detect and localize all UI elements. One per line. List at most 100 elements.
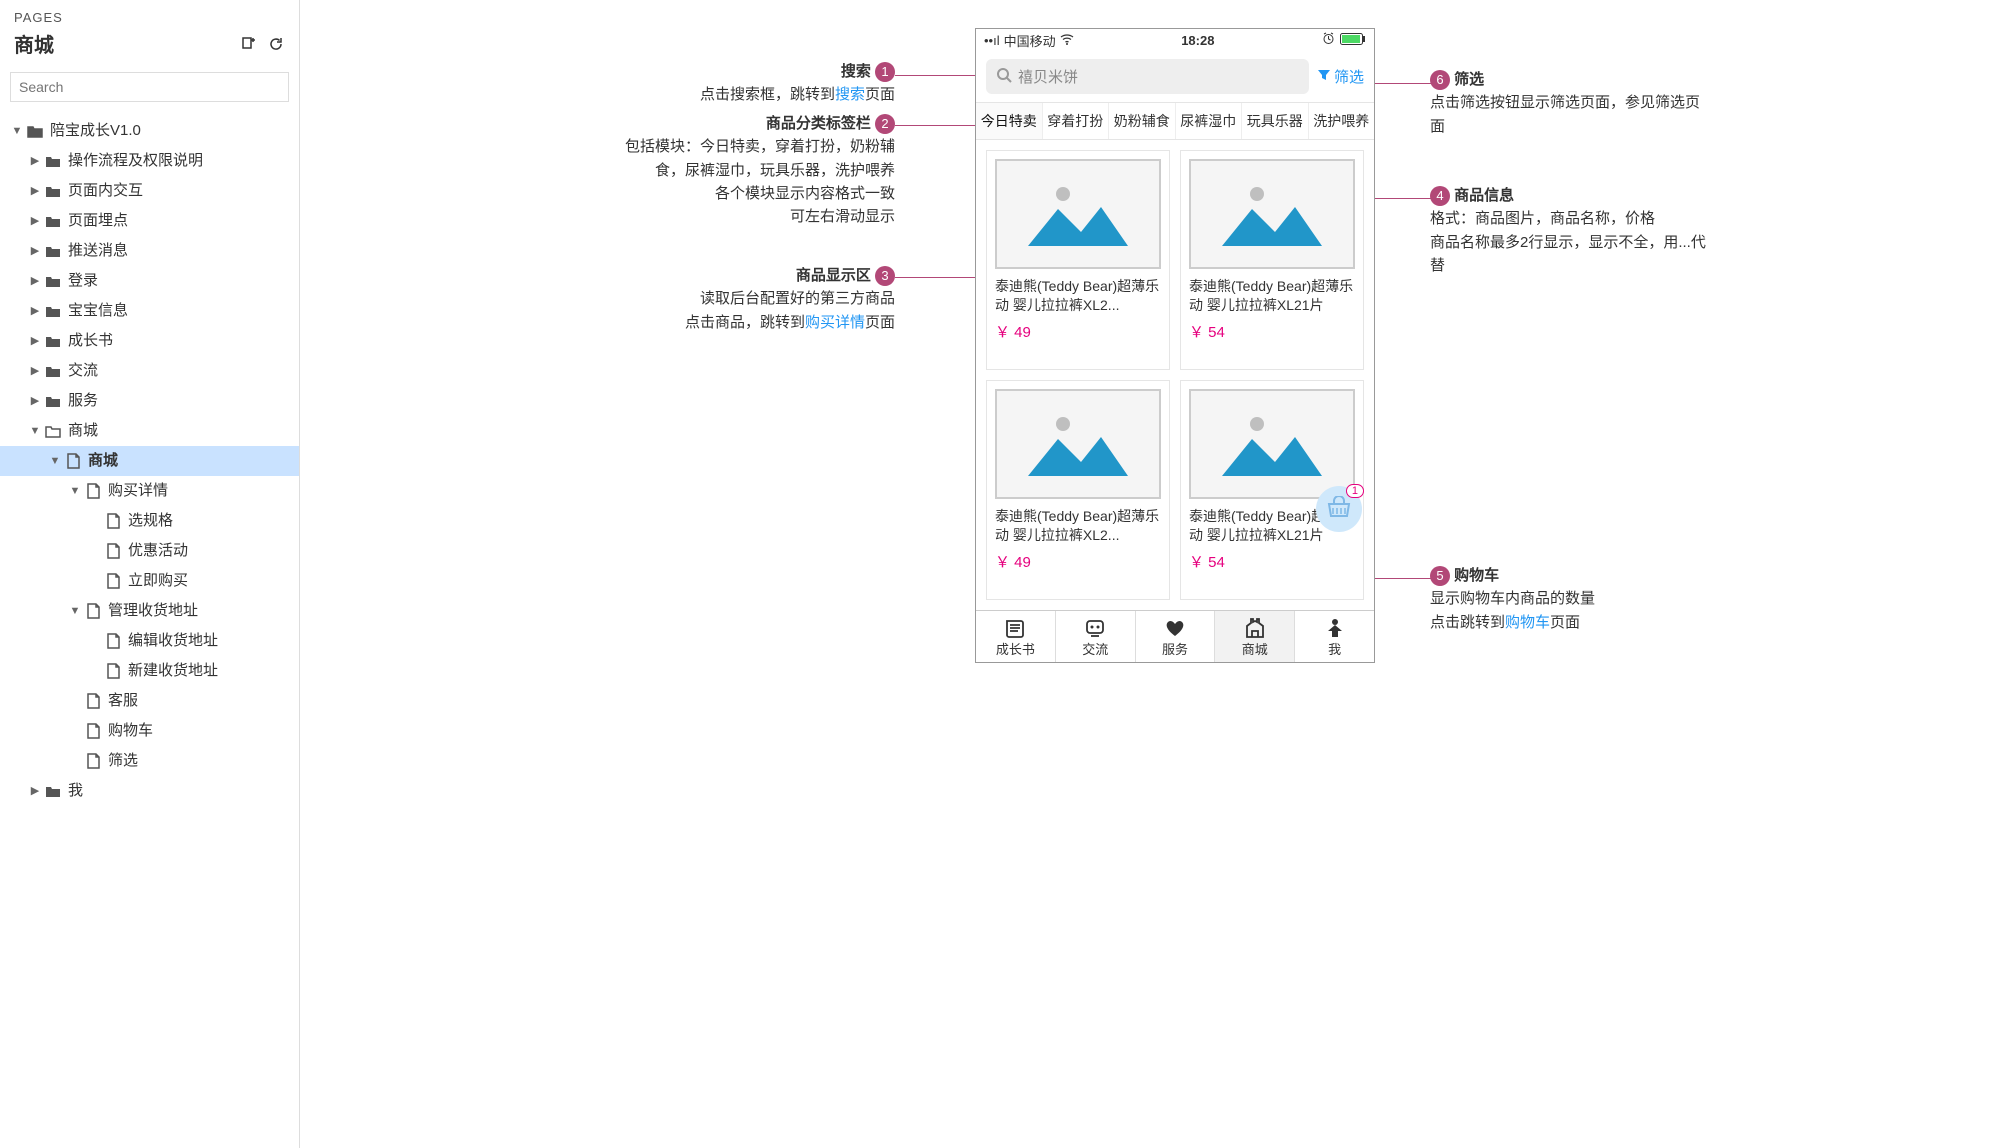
link-search[interactable]: 搜索 xyxy=(835,86,865,103)
tree-item[interactable]: ▼购买详情 xyxy=(0,476,299,506)
badge-icon: 6 xyxy=(1430,70,1450,90)
category-tab[interactable]: 玩具乐器 xyxy=(1242,103,1309,139)
tree-item[interactable]: ▶服务 xyxy=(0,386,299,416)
tab-bar-item[interactable]: 服务 xyxy=(1136,611,1216,662)
page-icon xyxy=(104,663,122,679)
page-icon xyxy=(84,603,102,619)
clock-label: 18:28 xyxy=(1181,33,1214,48)
tree-item[interactable]: 新建收货地址 xyxy=(0,656,299,686)
page-icon xyxy=(104,543,122,559)
folder-icon xyxy=(44,184,62,198)
page-icon xyxy=(84,693,102,709)
export-icon[interactable] xyxy=(239,35,257,53)
tree-item[interactable]: 客服 xyxy=(0,686,299,716)
tree-root[interactable]: ▼陪宝成长V1.0 xyxy=(0,116,299,146)
product-name: 泰迪熊(Teddy Bear)超薄乐动 婴儿拉拉裤XL2... xyxy=(995,507,1161,545)
badge-icon: 2 xyxy=(875,114,895,134)
folder-icon xyxy=(44,244,62,258)
badge-icon: 1 xyxy=(875,62,895,82)
cart-badge: 1 xyxy=(1346,484,1364,498)
category-tab[interactable]: 今日特卖 xyxy=(976,103,1043,139)
tree-item-mall-page[interactable]: ▼商城 xyxy=(0,446,299,476)
badge-icon: 4 xyxy=(1430,186,1450,206)
annotation-3: 商品显示区 3 读取后台配置好的第三方商品 点击商品，跳转到购买详情页面 xyxy=(620,264,895,334)
annotation-6: 6 筛选 点击筛选按钮显示筛选页面，参见筛选页面 xyxy=(1430,68,1700,138)
tree-item[interactable]: ▶登录 xyxy=(0,266,299,296)
category-tabs: 今日特卖穿着打扮奶粉辅食尿裤湿巾玩具乐器洗护喂养 xyxy=(976,102,1374,140)
folder-open-icon xyxy=(44,424,62,438)
tree-item[interactable]: ▶成长书 xyxy=(0,326,299,356)
page-icon xyxy=(84,753,102,769)
tree-item[interactable]: 筛选 xyxy=(0,746,299,776)
badge-icon: 3 xyxy=(875,266,895,286)
tree-item[interactable]: 编辑收货地址 xyxy=(0,626,299,656)
tree-item[interactable]: ▶推送消息 xyxy=(0,236,299,266)
tree-item[interactable]: ▶宝宝信息 xyxy=(0,296,299,326)
product-price: ￥ 49 xyxy=(995,321,1161,342)
folder-icon xyxy=(44,394,62,408)
tab-bar-icon xyxy=(1295,617,1374,639)
product-price: ￥ 54 xyxy=(1189,551,1355,572)
product-card[interactable]: 泰迪熊(Teddy Bear)超薄乐动 婴儿拉拉裤XL2...￥ 49 xyxy=(986,380,1170,600)
product-name: 泰迪熊(Teddy Bear)超薄乐动 婴儿拉拉裤XL21片 xyxy=(1189,277,1355,315)
tree-item-mall[interactable]: ▼商城 xyxy=(0,416,299,446)
page-title: 商城 xyxy=(14,29,54,58)
product-card[interactable]: 泰迪熊(Teddy Bear)超薄乐动 婴儿拉拉裤XL2...￥ 49 xyxy=(986,150,1170,370)
page-tree: ▼陪宝成长V1.0 ▶操作流程及权限说明▶页面内交互▶页面埋点▶推送消息▶登录▶… xyxy=(0,110,299,812)
folder-icon xyxy=(44,334,62,348)
tree-item-me[interactable]: ▶我 xyxy=(0,776,299,806)
sidebar: PAGES 商城 ▼陪宝成长V1.0 ▶操作流程及权限说明▶页面内交互▶页面埋点… xyxy=(0,0,300,1148)
annotation-2: 商品分类标签栏 2 包括模块：今日特卖，穿着打扮，奶粉辅食，尿裤湿巾，玩具乐器，… xyxy=(620,112,895,228)
tab-bar-icon xyxy=(1056,617,1135,639)
filter-button[interactable]: 筛选 xyxy=(1317,66,1364,87)
basket-icon xyxy=(1326,496,1352,523)
tab-bar-item[interactable]: 交流 xyxy=(1056,611,1136,662)
signal-icon: ••ıl xyxy=(984,33,1000,48)
folder-icon xyxy=(44,154,62,168)
search-input[interactable] xyxy=(10,72,289,102)
tab-bar-item[interactable]: 我 xyxy=(1295,611,1374,662)
image-placeholder-icon xyxy=(995,159,1161,269)
tree-item[interactable]: 选规格 xyxy=(0,506,299,536)
alarm-icon xyxy=(1322,32,1335,48)
tree-item[interactable]: 优惠活动 xyxy=(0,536,299,566)
carrier-label: 中国移动 xyxy=(1004,31,1056,50)
search-box[interactable]: 禧贝米饼 xyxy=(986,59,1309,94)
page-icon xyxy=(84,723,102,739)
category-tab[interactable]: 洗护喂养 xyxy=(1309,103,1375,139)
tree-item[interactable]: 立即购买 xyxy=(0,566,299,596)
annotation-5: 5 购物车 显示购物车内商品的数量 点击跳转到购物车页面 xyxy=(1430,564,1690,634)
refresh-icon[interactable] xyxy=(267,35,285,53)
battery-icon xyxy=(1340,33,1366,48)
tree-item[interactable]: ▶交流 xyxy=(0,356,299,386)
category-tab[interactable]: 奶粉辅食 xyxy=(1109,103,1176,139)
product-grid: 泰迪熊(Teddy Bear)超薄乐动 婴儿拉拉裤XL2...￥ 49泰迪熊(T… xyxy=(976,140,1374,610)
tree-item[interactable]: ▶页面埋点 xyxy=(0,206,299,236)
tab-bar-item[interactable]: 商城 xyxy=(1215,611,1295,662)
link-cart[interactable]: 购物车 xyxy=(1505,614,1550,631)
status-bar: ••ıl 中国移动 18:28 xyxy=(976,29,1374,51)
link-purchase-detail[interactable]: 购买详情 xyxy=(805,314,865,331)
tree-item[interactable]: ▶页面内交互 xyxy=(0,176,299,206)
product-card[interactable]: 泰迪熊(Teddy Bear)超薄乐动 婴儿拉拉裤XL21片 ￥ 54 xyxy=(1180,150,1364,370)
category-tab[interactable]: 穿着打扮 xyxy=(1043,103,1110,139)
tab-bar-icon xyxy=(976,617,1055,639)
annotation-1: 搜索 1 点击搜索框，跳转到搜索页面 xyxy=(620,60,895,107)
search-icon xyxy=(996,67,1012,87)
tab-bar-item[interactable]: 成长书 xyxy=(976,611,1056,662)
filter-icon xyxy=(1317,68,1331,86)
folder-icon xyxy=(44,364,62,378)
cart-button[interactable]: 1 xyxy=(1316,486,1362,532)
tree-item[interactable]: 购物车 xyxy=(0,716,299,746)
category-tab[interactable]: 尿裤湿巾 xyxy=(1176,103,1243,139)
tab-bar-icon xyxy=(1136,617,1215,639)
product-price: ￥ 54 xyxy=(1189,321,1355,342)
tree-item[interactable]: ▼管理收货地址 xyxy=(0,596,299,626)
tree-item[interactable]: ▶操作流程及权限说明 xyxy=(0,146,299,176)
page-icon xyxy=(104,573,122,589)
tab-bar-icon xyxy=(1215,617,1294,639)
image-placeholder-icon xyxy=(1189,159,1355,269)
folder-icon xyxy=(44,274,62,288)
image-placeholder-icon xyxy=(995,389,1161,499)
tab-bar: 成长书交流服务商城我 xyxy=(976,610,1374,662)
